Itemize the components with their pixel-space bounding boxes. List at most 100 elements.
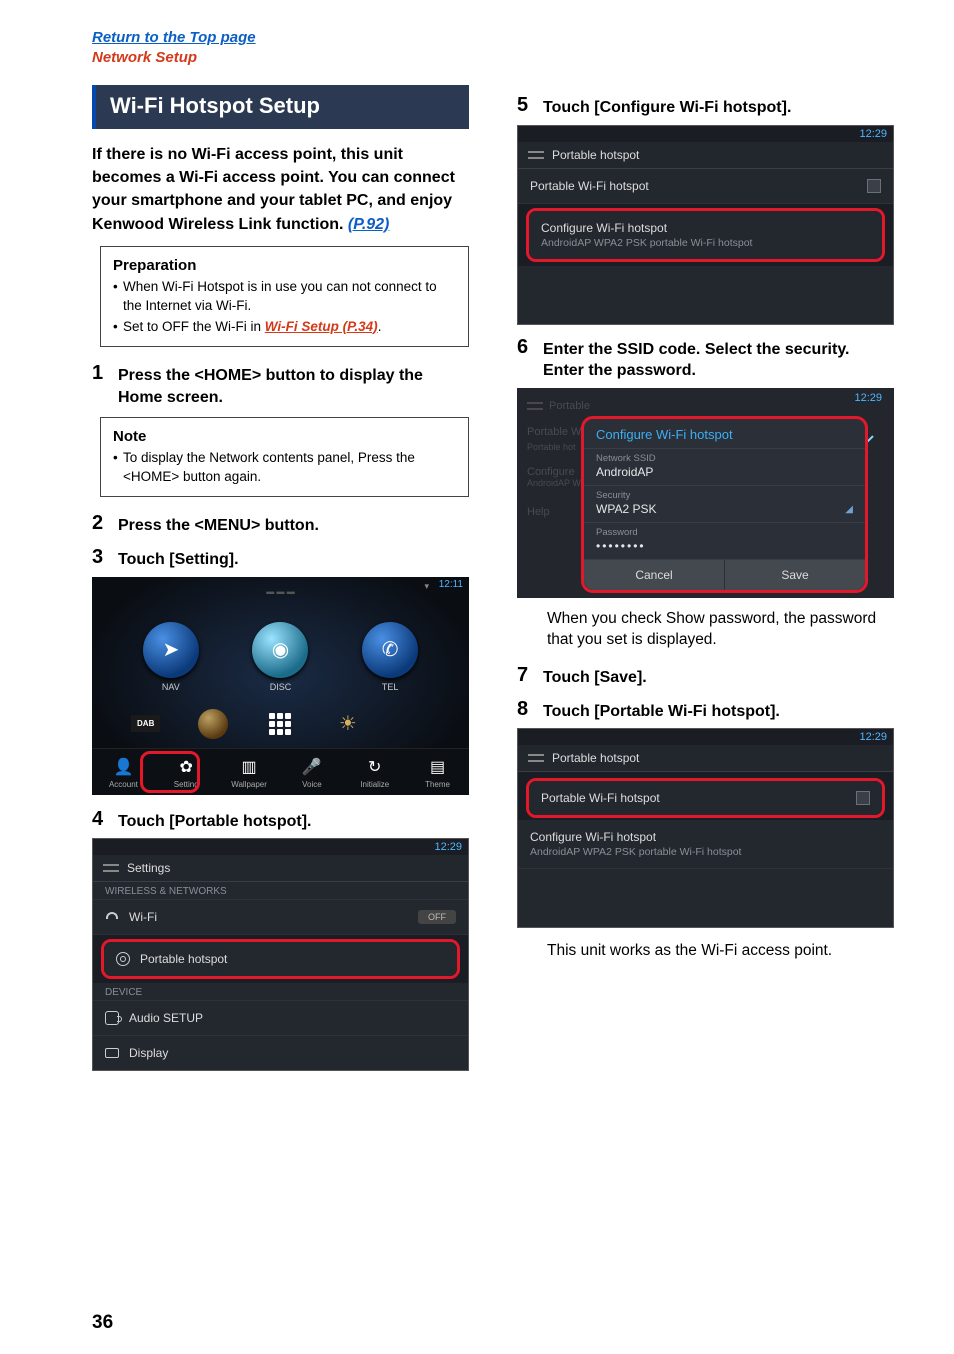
step-1-num: 1 <box>92 363 110 408</box>
save-button[interactable]: Save <box>725 560 865 590</box>
ssid-field[interactable]: Network SSID AndroidAP <box>584 449 865 486</box>
return-top-link[interactable]: Return to the Top page <box>92 28 894 48</box>
step-7: 7 Touch [Save]. <box>517 665 894 689</box>
portable-wifi-hotspot-row[interactable]: Portable Wi-Fi hotspot <box>518 169 893 204</box>
portable-wifi-hotspot-row-2[interactable]: Portable Wi-Fi hotspot <box>529 781 882 815</box>
note-title: Note <box>113 428 456 445</box>
security-value: WPA2 PSK <box>596 502 853 516</box>
hb-voice[interactable]: 🎤Voice <box>280 749 343 795</box>
tel-orb[interactable]: ✆ <box>362 622 418 678</box>
configure-sub: AndroidAP WPA2 PSK portable Wi-Fi hotspo… <box>541 237 752 249</box>
wifi-off-toggle[interactable]: OFF <box>418 910 456 924</box>
audio-label: Audio SETUP <box>129 1011 203 1025</box>
step-8-text: Touch [Portable Wi-Fi hotspot]. <box>543 699 894 723</box>
screenshot-hotspot-configure: 12:29 Portable hotspot Portable Wi-Fi ho… <box>517 125 894 325</box>
step-6: 6 Enter the SSID code. Select the securi… <box>517 337 894 382</box>
wireless-section-label: WIRELESS & NETWORKS <box>93 882 468 900</box>
display-label: Display <box>129 1046 168 1060</box>
dlg-bg-header: Portable <box>549 400 590 412</box>
prep-item-1: When Wi-Fi Hotspot is in use you can not… <box>113 278 456 316</box>
hotspot1-clock: 12:29 <box>518 126 893 142</box>
prep-item-2-prefix: Set to OFF the Wi-Fi in <box>123 319 265 334</box>
hotspot-icon <box>116 952 130 966</box>
hb-theme-label: Theme <box>425 780 450 789</box>
disc-label: DISC <box>270 682 292 692</box>
speaker-icon <box>105 1011 119 1025</box>
hotspot1-title: Portable hotspot <box>552 148 639 162</box>
followup-after-8: This unit works as the Wi-Fi access poin… <box>547 940 894 962</box>
settings-clock: 12:29 <box>93 839 468 855</box>
configure-label-2: Configure Wi-Fi hotspot <box>530 830 656 844</box>
section-title: Wi-Fi Hotspot Setup <box>92 85 469 129</box>
step-3-text: Touch [Setting]. <box>118 547 469 571</box>
hb-initialize-label: Initialize <box>360 780 389 789</box>
preparation-title: Preparation <box>113 257 456 274</box>
page-number: 36 <box>92 1312 113 1334</box>
step-3: 3 Touch [Setting]. <box>92 547 469 571</box>
step-8: 8 Touch [Portable Wi-Fi hotspot]. <box>517 699 894 723</box>
prep-wifi-setup-link[interactable]: Wi-Fi Setup (P.34) <box>265 319 378 334</box>
step-7-text: Touch [Save]. <box>543 665 894 689</box>
disc-orb[interactable]: ◉ <box>252 622 308 678</box>
audio-setup-row[interactable]: Audio SETUP <box>93 1001 468 1036</box>
step-3-num: 3 <box>92 547 110 571</box>
hotspot-highlight: Portable hotspot <box>101 939 460 979</box>
intro-link[interactable]: (P.92) <box>348 216 390 233</box>
security-field[interactable]: Security WPA2 PSK ◢ <box>584 486 865 523</box>
portable-hotspot-row[interactable]: Portable hotspot <box>104 942 457 976</box>
intro-text: If there is no Wi-Fi access point, this … <box>92 143 469 236</box>
apps-grid-icon[interactable] <box>269 713 291 735</box>
mid-orb-icon[interactable] <box>198 709 228 739</box>
intro-body: If there is no Wi-Fi access point, this … <box>92 146 455 233</box>
step-4-text: Touch [Portable hotspot]. <box>118 809 469 833</box>
configure-hotspot-row-2[interactable]: Configure Wi-Fi hotspot AndroidAP WPA2 P… <box>518 820 893 869</box>
wifi-icon <box>105 912 119 922</box>
step-2: 2 Press the <MENU> button. <box>92 513 469 537</box>
wifi-label: Wi-Fi <box>129 910 157 924</box>
home-wifi-icon: ▾ <box>424 581 429 592</box>
configure-hotspot-row[interactable]: Configure Wi-Fi hotspot AndroidAP WPA2 P… <box>529 211 882 259</box>
display-row[interactable]: Display <box>93 1036 468 1070</box>
settings-title: Settings <box>127 861 170 875</box>
configure-highlight: Configure Wi-Fi hotspot AndroidAP WPA2 P… <box>526 208 885 262</box>
hb-theme[interactable]: ▤Theme <box>406 749 469 795</box>
hb-account-label: Account <box>109 780 138 789</box>
hotspot-checkbox-2[interactable] <box>856 791 870 805</box>
configure-sub-2: AndroidAP WPA2 PSK portable Wi-Fi hotspo… <box>530 846 741 858</box>
tel-label: TEL <box>382 682 399 692</box>
nav-orb[interactable]: ➤ <box>143 622 199 678</box>
prep-item-2-suffix: . <box>378 319 382 334</box>
sliders-icon <box>103 862 119 874</box>
hb-wallpaper-label: Wallpaper <box>231 780 267 789</box>
hotspot-label: Portable hotspot <box>140 952 227 966</box>
step-4-num: 4 <box>92 809 110 833</box>
weather-icon[interactable]: ☀ <box>326 706 370 742</box>
left-column: Wi-Fi Hotspot Setup If there is no Wi-Fi… <box>92 85 469 1083</box>
hb-wallpaper[interactable]: ▥Wallpaper <box>218 749 281 795</box>
portable-wifi-highlight: Portable Wi-Fi hotspot <box>526 778 885 818</box>
hotspot2-title: Portable hotspot <box>552 751 639 765</box>
wifi-row[interactable]: Wi-Fi OFF <box>93 900 468 935</box>
password-field[interactable]: Password •••••••• <box>584 523 865 560</box>
step-1: 1 Press the <HOME> button to display the… <box>92 363 469 408</box>
step-5-text: Touch [Configure Wi-Fi hotspot]. <box>543 95 894 119</box>
step-4: 4 Touch [Portable hotspot]. <box>92 809 469 833</box>
cancel-button[interactable]: Cancel <box>584 560 725 590</box>
hotspot2-clock: 12:29 <box>518 729 893 745</box>
note-text: To display the Network contents panel, P… <box>113 449 456 487</box>
portable-wifi-label-2: Portable Wi-Fi hotspot <box>541 791 660 805</box>
followup-after-6: When you check Show password, the passwo… <box>547 608 894 651</box>
security-label: Security <box>596 490 853 501</box>
screenshot-home: ▾ 12:11 ▬ ▬ ▬ ➤NAV ◉DISC ✆TEL DAB ☀ 👤Acc… <box>92 577 469 795</box>
setting-highlight <box>140 751 200 793</box>
portable-wifi-label: Portable Wi-Fi hotspot <box>530 179 649 193</box>
hotspot-checkbox-off[interactable] <box>867 179 881 193</box>
sliders-icon-3 <box>528 752 544 764</box>
section-link[interactable]: Network Setup <box>92 48 894 68</box>
step-8-num: 8 <box>517 699 535 723</box>
step-6-text: Enter the SSID code. Select the security… <box>543 337 894 382</box>
dab-icon[interactable]: DAB <box>131 715 160 732</box>
screenshot-dialog: 12:29 Portable Portable W Portable hot C… <box>517 388 894 598</box>
hb-initialize[interactable]: ↻Initialize <box>343 749 406 795</box>
dropdown-arrow-icon: ◢ <box>845 504 853 515</box>
